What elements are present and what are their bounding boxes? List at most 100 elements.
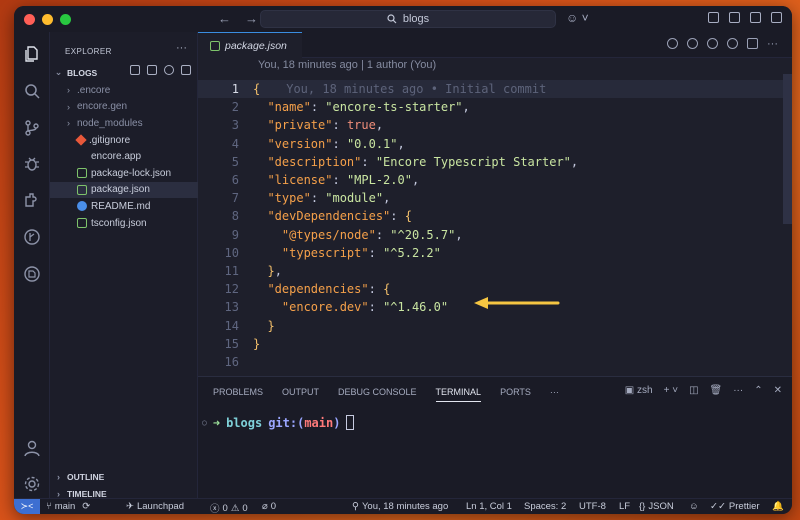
notifications-bell-icon[interactable]: 🔔 xyxy=(772,501,784,512)
account-icon[interactable] xyxy=(22,438,42,458)
run-debug-icon[interactable] xyxy=(22,154,42,174)
file-icon xyxy=(77,152,87,162)
source-control-icon[interactable] xyxy=(22,118,42,138)
open-changes-icon[interactable] xyxy=(707,38,718,49)
encoding[interactable]: UTF-8 xyxy=(579,501,606,512)
line-number: 11 xyxy=(224,264,239,279)
copilot-status-icon[interactable]: ☺ xyxy=(689,501,699,512)
tab-output[interactable]: OUTPUT xyxy=(282,387,319,402)
copilot-icon[interactable]: ☺ ˅ xyxy=(566,11,589,25)
tree-item-readme[interactable]: README.md xyxy=(50,198,198,215)
code-line: 7 "type": "module", xyxy=(198,189,792,207)
tab-terminal[interactable]: TERMINAL xyxy=(435,387,482,402)
layout-controls xyxy=(708,12,782,23)
more-terminal-actions-icon[interactable]: ··· xyxy=(733,385,743,396)
new-folder-icon[interactable] xyxy=(147,65,157,75)
outline-section[interactable]: › OUTLINE xyxy=(54,472,104,482)
close-window-button[interactable] xyxy=(24,13,35,25)
language-mode[interactable]: {} JSON xyxy=(639,501,674,512)
search-sidebar-icon[interactable] xyxy=(22,81,42,101)
git-graph-icon[interactable] xyxy=(22,227,42,247)
warning-icon: ⚠ xyxy=(230,502,240,514)
branch-icon: ⑂ xyxy=(46,501,52,512)
prettier-status[interactable]: ✓✓ Prettier xyxy=(710,501,760,512)
tsconfig-json-icon xyxy=(77,218,87,229)
json-key: "description" xyxy=(267,154,362,169)
remote-explorer-icon[interactable] xyxy=(22,264,42,284)
tab-problems[interactable]: PROBLEMS xyxy=(213,387,263,402)
zoom-window-button[interactable] xyxy=(60,13,71,25)
tree-item-tsconfig[interactable]: tsconfig.json xyxy=(50,215,198,232)
tree-item-encore-gen[interactable]: › encore.gen xyxy=(50,99,198,116)
more-editor-actions-icon[interactable]: ··· xyxy=(767,38,778,50)
new-terminal-icon[interactable]: + ˅ xyxy=(664,385,678,396)
settings-gear-icon[interactable] xyxy=(22,474,42,494)
collapse-all-icon[interactable] xyxy=(181,65,191,75)
code-line: 10 "typescript": "^5.2.2" xyxy=(198,244,792,262)
launchpad-item[interactable]: ✈ Launchpad xyxy=(126,501,184,512)
json-key: "encore.dev" xyxy=(281,300,369,315)
chevron-down-icon: ⌄ xyxy=(54,67,63,77)
tree-item-node-modules[interactable]: › node_modules xyxy=(50,115,198,132)
code-text: { xyxy=(253,82,261,97)
indentation[interactable]: Spaces: 2 xyxy=(524,501,566,512)
split-terminal-icon[interactable]: ◫ xyxy=(689,385,698,396)
tree-item-package-lock[interactable]: package-lock.json xyxy=(50,165,198,182)
navigation-arrows: ← → xyxy=(218,11,258,26)
maximize-panel-icon[interactable]: ⌃ xyxy=(754,385,762,396)
back-arrow-icon[interactable]: ← xyxy=(218,11,231,26)
git-commit-icon: ⚲ xyxy=(352,501,359,512)
tab-ports[interactable]: PORTS xyxy=(500,387,531,402)
minimize-window-button[interactable] xyxy=(42,13,53,25)
tab-package-json[interactable]: package.json xyxy=(198,32,302,58)
toggle-sidebar-icon[interactable] xyxy=(729,12,740,23)
end-of-line[interactable]: LF xyxy=(619,501,630,512)
code-line: 5 "description": "Encore Typescript Star… xyxy=(198,153,792,171)
json-key: "typescript" xyxy=(281,245,369,260)
tree-item-gitignore[interactable]: .gitignore xyxy=(50,132,198,149)
terminal-shell-selector[interactable]: ▣ zsh xyxy=(625,385,653,396)
extensions-icon[interactable] xyxy=(22,190,42,210)
cursor-position[interactable]: Ln 1, Col 1 xyxy=(466,501,512,512)
git-commit-icon[interactable] xyxy=(687,38,698,49)
forward-arrow-icon[interactable]: → xyxy=(245,11,258,26)
json-value: true xyxy=(346,118,376,133)
terminal-icon: ▣ xyxy=(624,385,635,396)
double-check-icon: ✓✓ xyxy=(710,501,726,512)
toggle-panel-icon[interactable] xyxy=(750,12,761,23)
close-panel-icon[interactable]: ✕ xyxy=(774,385,782,396)
explorer-icon[interactable] xyxy=(22,44,42,64)
json-key: "name" xyxy=(267,100,311,115)
branch-indicator[interactable]: ⑂ main ⟳ xyxy=(46,501,90,512)
ports-indicator[interactable]: ⌀ 0 xyxy=(262,501,276,512)
tree-item-package-json[interactable]: package.json xyxy=(50,181,198,199)
tab-debug-console[interactable]: DEBUG CONSOLE xyxy=(338,387,417,402)
editor-scrollbar[interactable] xyxy=(783,74,792,224)
split-editor-icon[interactable] xyxy=(747,38,758,49)
terminal-actions: ▣ zsh + ˅ ◫ 🗑 ··· ⌃ ✕ xyxy=(625,385,782,396)
terminal-prompt[interactable]: ○ ➜ blogs git:(main) xyxy=(202,415,355,430)
git-graph-action-icon[interactable] xyxy=(727,38,738,49)
refresh-icon[interactable] xyxy=(164,65,174,75)
more-actions-icon[interactable]: ··· xyxy=(176,42,187,54)
toggle-secondary-sidebar-icon[interactable] xyxy=(771,12,782,23)
git-lens-header[interactable]: You, 18 minutes ago | 1 author (You) xyxy=(258,59,436,71)
new-file-icon[interactable] xyxy=(130,65,140,75)
chevron-right-icon: › xyxy=(67,118,70,129)
code-editor[interactable]: 1 { You, 18 minutes ago • Initial commit… xyxy=(198,74,792,374)
remote-indicator-icon[interactable]: ≻< xyxy=(14,498,40,514)
workspace-root[interactable]: ⌄ BLOGS xyxy=(54,67,98,78)
tab-label: package.json xyxy=(225,39,287,52)
tree-item-encore-app[interactable]: encore.app xyxy=(50,148,198,165)
compare-changes-icon[interactable] xyxy=(667,38,678,49)
tree-item-encore[interactable]: › .encore xyxy=(50,82,198,99)
git-blame-status[interactable]: ⚲ You, 18 minutes ago xyxy=(352,501,448,512)
explorer-sidebar: EXPLORER ··· ⌄ BLOGS › .encore › encore.… xyxy=(50,32,198,499)
kill-terminal-icon[interactable]: 🗑 xyxy=(710,385,723,396)
more-tabs-icon[interactable]: ··· xyxy=(550,387,559,402)
tree-item-label: .encore xyxy=(77,84,111,96)
command-center-search[interactable]: blogs xyxy=(260,10,556,28)
problems-indicator[interactable]: ⓧ 0 ⚠ 0 xyxy=(210,501,248,515)
highlight-arrow-icon xyxy=(474,297,560,309)
customize-layout-icon[interactable] xyxy=(708,12,719,23)
